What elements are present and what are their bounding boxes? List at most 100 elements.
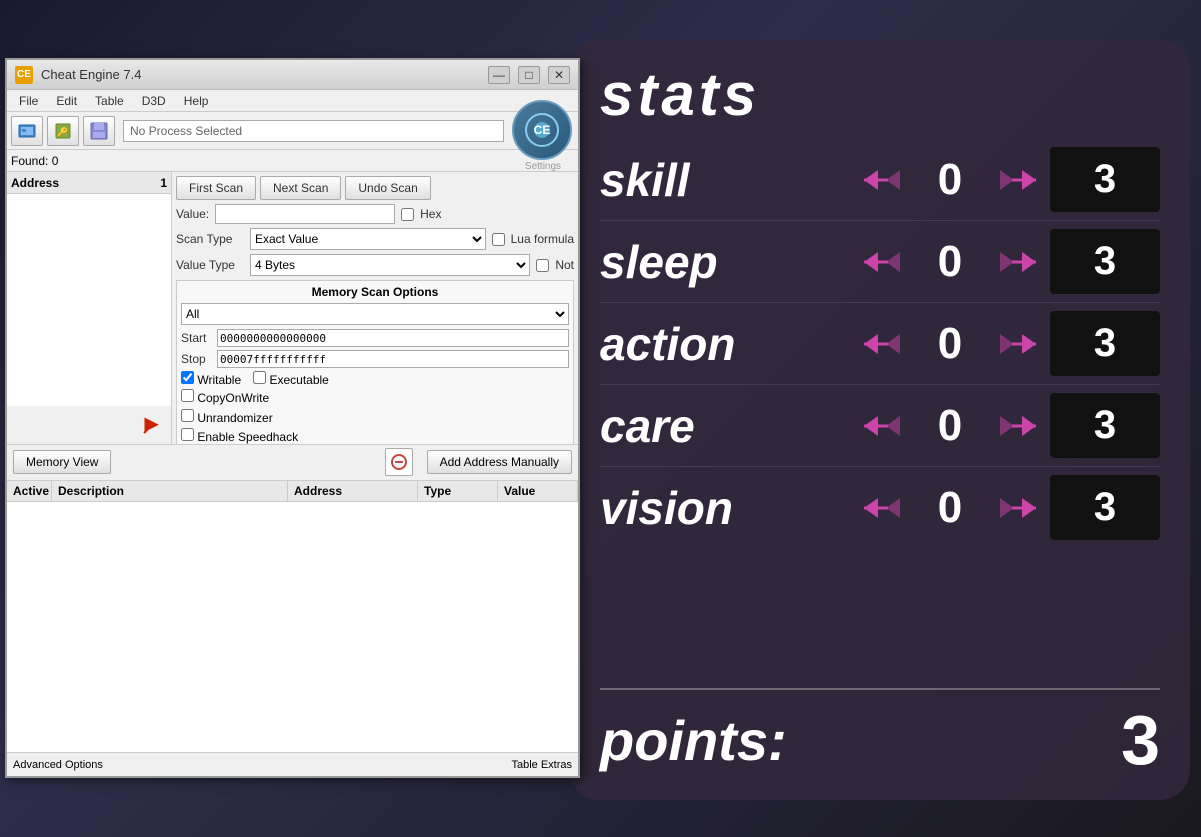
arrow-left-action[interactable] — [860, 330, 915, 358]
col-description: Description — [52, 481, 288, 501]
executable-label[interactable]: Executable — [253, 371, 329, 387]
memory-scan-section: Memory Scan Options All Start Stop Writa… — [176, 280, 574, 444]
menu-file[interactable]: File — [11, 92, 46, 110]
value-type-select[interactable]: 4 Bytes — [250, 254, 530, 276]
start-input[interactable] — [217, 329, 569, 347]
process-bar[interactable]: No Process Selected — [123, 120, 504, 142]
ce-title: Cheat Engine 7.4 — [41, 67, 480, 82]
scan-type-row: Scan Type Exact Value Lua formula — [176, 228, 574, 250]
writable-checkbox[interactable] — [181, 371, 194, 384]
ce-menubar: File Edit Table D3D Help — [7, 90, 578, 112]
settings-label: Settings — [512, 161, 574, 172]
stats-rows: skill 0 3 — [600, 139, 1160, 548]
stat-row-care: care 0 3 — [600, 385, 1160, 467]
speedhack-label[interactable]: Enable Speedhack — [181, 428, 298, 444]
scan-type-label: Scan Type — [176, 232, 244, 246]
arrow-left-vision[interactable] — [860, 494, 915, 522]
unrandomizer-row: Unrandomizer Enable Speedhack — [181, 409, 569, 444]
arrow-right-care[interactable] — [985, 412, 1040, 440]
undo-scan-button[interactable]: Undo Scan — [345, 176, 430, 200]
memory-scan-title: Memory Scan Options — [181, 285, 569, 299]
svg-text:CE: CE — [534, 123, 551, 137]
stop-button[interactable] — [385, 448, 413, 476]
stat-row-sleep: sleep 0 3 — [600, 221, 1160, 303]
value-input[interactable] — [215, 204, 395, 224]
points-label: points: — [600, 708, 787, 773]
ce-address-list — [7, 194, 171, 406]
unrandomizer-checkbox[interactable] — [181, 409, 194, 422]
copyonwrite-label[interactable]: CopyOnWrite — [181, 389, 269, 405]
ce-app-icon: CE — [15, 66, 33, 84]
menu-edit[interactable]: Edit — [48, 92, 85, 110]
save-button[interactable] — [83, 116, 115, 146]
stat-box-action: 3 — [1050, 311, 1160, 376]
ce-titlebar: CE Cheat Engine 7.4 — □ ✕ — [7, 60, 578, 90]
arrow-right-sleep[interactable] — [985, 248, 1040, 276]
start-label: Start — [181, 331, 213, 345]
stat-name-vision: vision — [600, 481, 800, 535]
stat-name-action: action — [600, 317, 800, 371]
cheat-engine-window: CE Cheat Engine 7.4 — □ ✕ File Edit Tabl… — [5, 58, 580, 778]
ce-status-bar: Advanced Options Table Extras — [7, 752, 578, 776]
scan-buttons-row: First Scan Next Scan Undo Scan — [176, 176, 574, 200]
stat-name-care: care — [600, 399, 800, 453]
stop-row: Stop — [181, 350, 569, 368]
ce-left-footer — [7, 406, 171, 444]
copyonwrite-checkbox[interactable] — [181, 389, 194, 402]
stats-panel: stats skill 0 — [570, 40, 1190, 800]
stat-box-sleep: 3 — [1050, 229, 1160, 294]
menu-d3d[interactable]: D3D — [134, 92, 174, 110]
load-button[interactable]: 🔑 — [47, 116, 79, 146]
scan-type-select[interactable]: Exact Value — [250, 228, 486, 250]
menu-help[interactable]: Help — [176, 92, 217, 110]
found-label: Found: 0 — [11, 154, 58, 168]
stat-controls-action: 0 3 — [860, 311, 1160, 376]
stop-label: Stop — [181, 352, 213, 366]
found-bar: Found: 0 — [7, 150, 578, 172]
arrow-right-action[interactable] — [985, 330, 1040, 358]
arrow-left-care[interactable] — [860, 412, 915, 440]
hex-checkbox[interactable] — [401, 208, 414, 221]
unrandomizer-label[interactable]: Unrandomizer — [181, 409, 273, 425]
copyonwrite-row: CopyOnWrite — [181, 389, 569, 405]
value-label: Value: — [176, 207, 209, 221]
stat-box-care: 3 — [1050, 393, 1160, 458]
writable-row: Writable Executable — [181, 371, 569, 387]
arrow-left-sleep[interactable] — [860, 248, 915, 276]
executable-checkbox[interactable] — [253, 371, 266, 384]
settings-button[interactable]: CE Settings — [512, 100, 574, 162]
stat-row-vision: vision 0 3 — [600, 467, 1160, 548]
maximize-button[interactable]: □ — [518, 66, 540, 84]
stop-input[interactable] — [217, 350, 569, 368]
ce-main: Address 1 First Scan Next Scan Undo Scan — [7, 172, 578, 444]
arrow-left-skill[interactable] — [860, 166, 915, 194]
stat-name-skill: skill — [600, 153, 800, 207]
stat-value-skill: 0 — [925, 155, 975, 205]
stat-row-action: action 0 3 — [600, 303, 1160, 385]
first-scan-button[interactable]: First Scan — [176, 176, 256, 200]
arrow-right-vision[interactable] — [985, 494, 1040, 522]
col-address: Address — [288, 481, 418, 501]
memory-view-button[interactable]: Memory View — [13, 450, 111, 474]
stat-value-action: 0 — [925, 319, 975, 369]
stat-box-skill: 3 — [1050, 147, 1160, 212]
open-process-button[interactable] — [11, 116, 43, 146]
status-left[interactable]: Advanced Options — [13, 759, 103, 771]
status-right[interactable]: Table Extras — [511, 759, 572, 771]
hex-label: Hex — [420, 207, 441, 221]
writable-label[interactable]: Writable — [181, 371, 241, 387]
arrow-right-skill[interactable] — [985, 166, 1040, 194]
stat-controls-skill: 0 3 — [860, 147, 1160, 212]
lua-formula-checkbox[interactable] — [492, 233, 505, 246]
not-checkbox[interactable] — [536, 259, 549, 272]
col-value: Value — [498, 481, 578, 501]
minimize-button[interactable]: — — [488, 66, 510, 84]
add-address-button[interactable]: Add Address Manually — [427, 450, 572, 474]
col-type: Type — [418, 481, 498, 501]
ce-bottom-bar: Memory View Add Address Manually — [7, 444, 578, 480]
menu-table[interactable]: Table — [87, 92, 132, 110]
speedhack-checkbox[interactable] — [181, 428, 194, 441]
memory-region-select[interactable]: All — [181, 303, 569, 325]
next-scan-button[interactable]: Next Scan — [260, 176, 341, 200]
close-button[interactable]: ✕ — [548, 66, 570, 84]
